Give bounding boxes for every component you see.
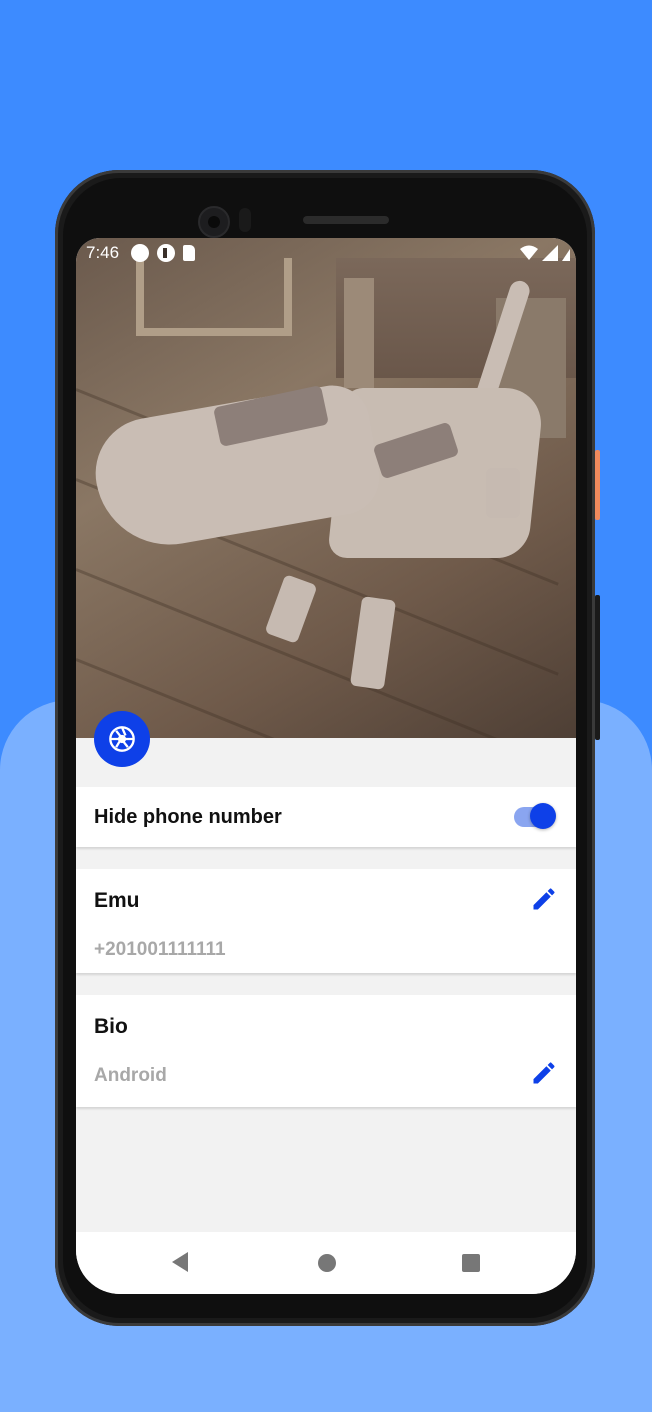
system-nav-bar — [76, 1232, 576, 1294]
power-button — [595, 450, 600, 520]
front-camera — [198, 206, 230, 238]
dog-leg — [486, 468, 520, 518]
floor-line — [76, 658, 559, 738]
battery-icon — [562, 249, 570, 261]
edit-bio-pencil-icon[interactable] — [530, 1059, 558, 1087]
nav-back-icon[interactable] — [172, 1252, 188, 1272]
edit-name-pencil-icon[interactable] — [530, 885, 558, 913]
earpiece-speaker — [303, 216, 389, 224]
app-screen: 7:46 Hide phone number Emu +201001111111… — [76, 238, 576, 1294]
sd-card-icon — [183, 245, 196, 261]
hide-phone-switch-knob[interactable] — [530, 803, 556, 829]
photo-post — [344, 278, 374, 388]
change-photo-button[interactable] — [94, 711, 150, 767]
hide-phone-row[interactable]: Hide phone number — [76, 787, 576, 847]
profile-name: Emu — [94, 889, 140, 912]
app-notification-icon — [157, 244, 176, 262]
wifi-icon — [520, 245, 538, 260]
dog-leg — [349, 596, 397, 690]
proximity-sensor — [239, 208, 251, 232]
dog-leg — [264, 574, 318, 644]
profile-photo[interactable] — [76, 238, 576, 738]
hide-phone-label: Hide phone number — [94, 806, 282, 828]
bio-card: Bio Android — [76, 995, 576, 1107]
nav-recents-icon[interactable] — [462, 1254, 480, 1272]
nav-home-icon[interactable] — [318, 1254, 336, 1272]
status-time: 7:46 — [86, 243, 120, 262]
profile-phone: +201001111111 — [94, 939, 226, 960]
camera-shutter-icon — [109, 726, 135, 752]
cell-signal-icon — [542, 245, 558, 261]
notification-dot-icon — [131, 244, 150, 262]
photo-stool — [136, 258, 292, 336]
name-card: Emu +201001111111 — [76, 869, 576, 973]
status-bar: 7:46 — [76, 238, 576, 268]
bio-value: Android — [94, 1065, 167, 1086]
floor-line — [76, 568, 559, 738]
bio-title: Bio — [94, 1015, 128, 1038]
status-right — [520, 245, 570, 261]
volume-button — [595, 595, 600, 740]
